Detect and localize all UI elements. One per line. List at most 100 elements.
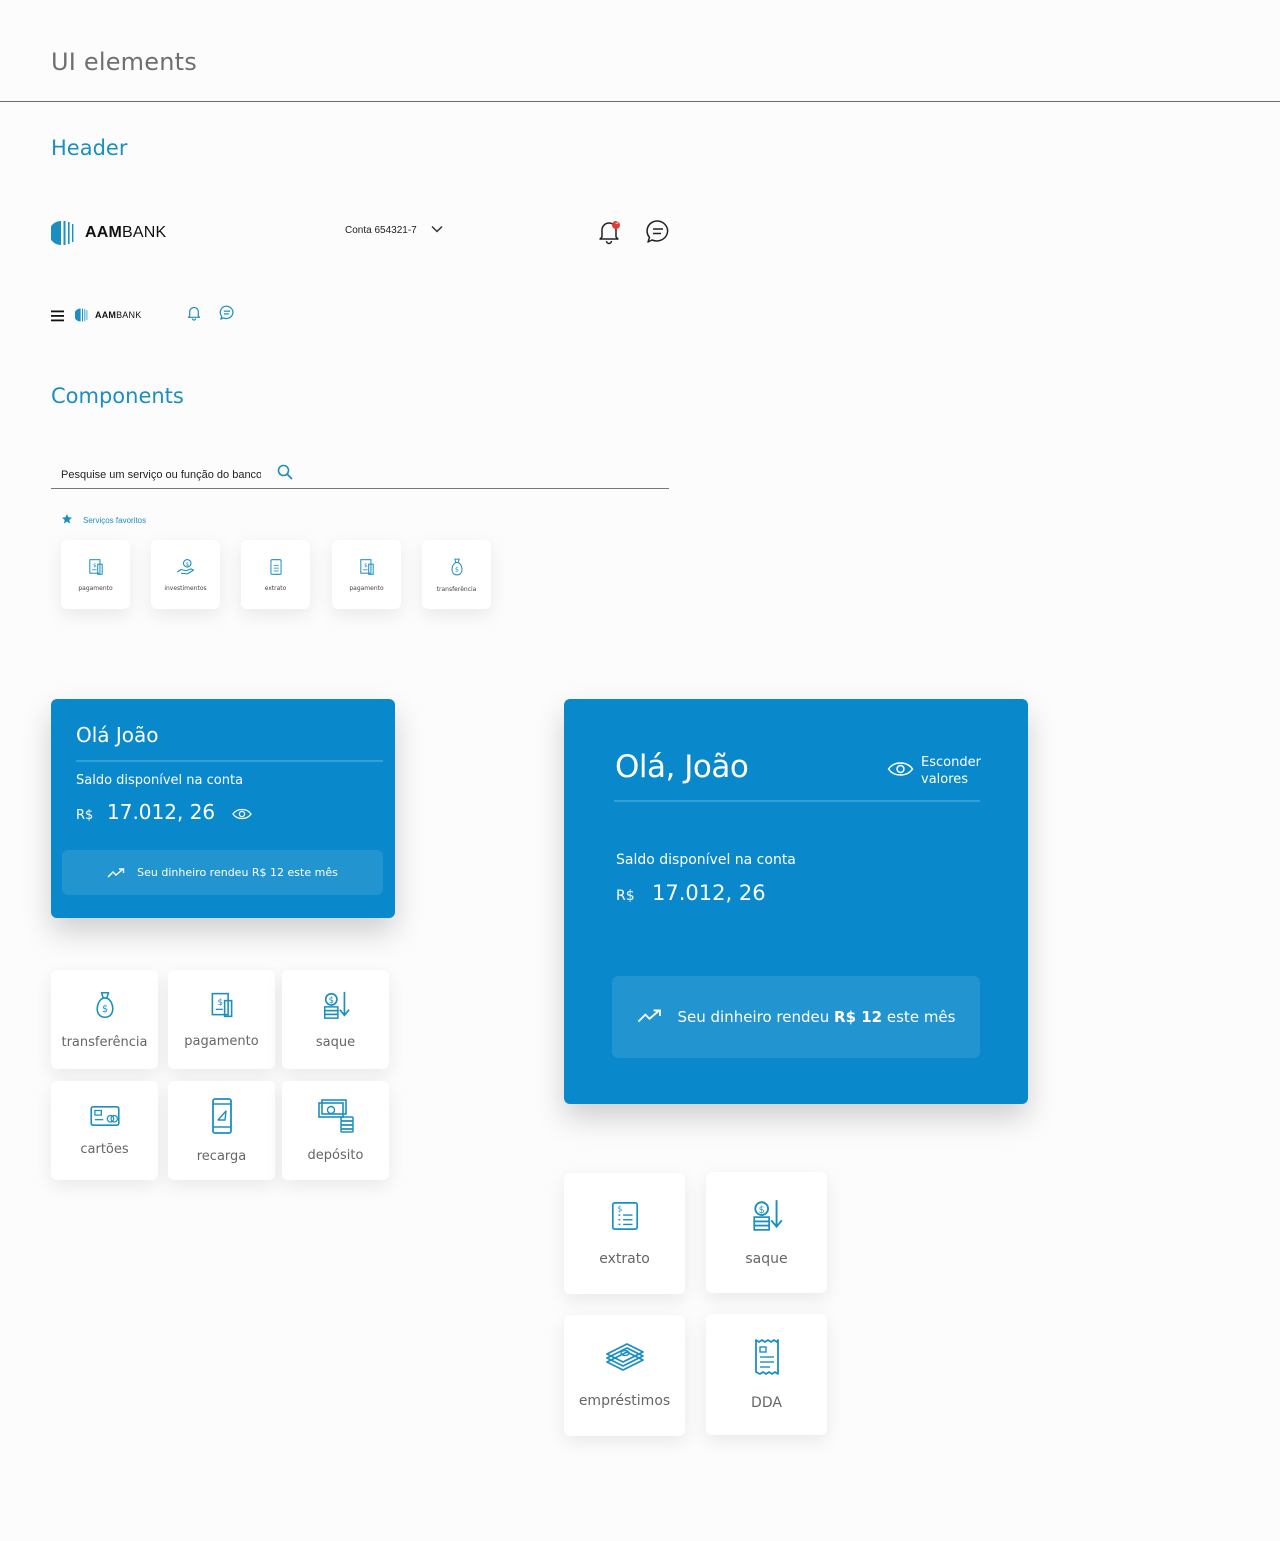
logo-wordmark: AAMBANK [95, 310, 142, 320]
trending-up-icon [637, 1008, 662, 1027]
menu-button[interactable] [51, 309, 65, 327]
favorite-tile-transferencia[interactable]: $ transferência [422, 540, 491, 609]
brand-logo[interactable]: AAMBANK [51, 220, 166, 246]
hamburger-icon [51, 309, 65, 327]
service-tile-deposito[interactable]: depósito [282, 1081, 389, 1180]
service-tile-saque-large[interactable]: $ saque [706, 1172, 827, 1293]
favorite-tile-extrato[interactable]: extrato [241, 540, 310, 609]
phone-icon [211, 1097, 233, 1139]
logo-mark-icon [51, 220, 78, 246]
hide-values-label: Esconder valores [921, 755, 981, 787]
tile-label: transferência [61, 1034, 148, 1050]
service-tile-emprestimos[interactable]: empréstimos [564, 1315, 685, 1436]
eye-icon [232, 805, 252, 824]
logo-mark-icon [75, 308, 90, 322]
service-tile-pagamento[interactable]: $ pagamento [168, 970, 275, 1069]
money-bag-icon: $ [448, 557, 466, 582]
balance-card-small: Olá João Saldo disponível na conta R$ 17… [51, 699, 395, 918]
balance-value: 17.012, 26 [652, 881, 766, 905]
greeting: Olá João [76, 723, 159, 747]
yield-banner: Seu dinheiro rendeu R$ 12 este mês [62, 850, 383, 895]
tile-label: extrato [599, 1251, 650, 1267]
balance-card-large: Olá, João Esconder valores Saldo disponí… [564, 699, 1028, 1104]
card-icon [89, 1105, 120, 1132]
account-selector[interactable]: Conta 654321-7 [345, 225, 443, 236]
service-tile-recarga[interactable]: recarga [168, 1081, 275, 1180]
search-input[interactable] [61, 468, 261, 481]
balance-label: Saldo disponível na conta [76, 773, 244, 788]
notification-badge: 3 [615, 220, 619, 226]
favorite-tile-investimentos[interactable]: $ investimentos [151, 540, 220, 609]
messages-button[interactable] [645, 219, 671, 250]
toggle-visibility-button[interactable] [232, 805, 252, 824]
page-title: UI elements [51, 48, 197, 76]
deposit-icon [317, 1098, 355, 1138]
tile-label: pagamento [78, 584, 113, 592]
tile-label: saque [745, 1251, 788, 1267]
service-tile-saque[interactable]: $ saque [282, 970, 389, 1069]
account-number: Conta 654321-7 [345, 225, 417, 236]
svg-text:$: $ [101, 1004, 107, 1015]
eye-icon [887, 761, 914, 781]
svg-text:$: $ [328, 995, 333, 1005]
loan-icon [605, 1342, 645, 1379]
card-divider [614, 800, 980, 802]
yield-banner: Seu dinheiro rendeu R$ 12 este mês [612, 976, 980, 1058]
chevron-down-icon [431, 225, 443, 236]
receipt-icon: $ [87, 558, 105, 581]
notifications-button-mobile[interactable] [186, 305, 202, 326]
withdraw-icon: $ [321, 990, 351, 1025]
tile-label: transferência [436, 585, 477, 593]
yield-text: Seu dinheiro rendeu R$ 12 este mês [137, 866, 338, 879]
tile-label: pagamento [349, 584, 384, 592]
tile-label: cartões [80, 1141, 129, 1157]
greeting: Olá, João [615, 749, 749, 785]
balance-value: 17.012, 26 [107, 800, 216, 824]
section-title-components: Components [51, 384, 184, 408]
svg-text:$: $ [93, 563, 97, 569]
tile-label: extrato [264, 584, 287, 592]
service-tile-cartoes[interactable]: cartões [51, 1081, 158, 1180]
tile-label: pagamento [184, 1033, 259, 1049]
currency-symbol: R$ [76, 808, 94, 823]
balance-label: Saldo disponível na conta [616, 852, 796, 868]
svg-text:$: $ [217, 998, 223, 1008]
favorites-label: Serviços favoritos [83, 515, 147, 525]
service-tile-transferencia[interactable]: $ transferência [51, 970, 158, 1069]
tile-label: saque [315, 1034, 356, 1050]
card-divider [76, 760, 383, 762]
favorites-header: Serviços favoritos [61, 513, 146, 527]
receipt-icon: $ [208, 991, 236, 1024]
svg-text:$: $ [185, 561, 189, 567]
chat-bubble-icon [645, 219, 671, 250]
service-tile-extrato[interactable]: $ extrato [564, 1173, 685, 1294]
hide-values-button[interactable]: Esconder valores [887, 754, 981, 788]
title-divider [0, 101, 1280, 102]
currency-symbol: R$ [616, 888, 635, 904]
chat-bubble-icon [219, 305, 235, 326]
search-button[interactable] [277, 464, 293, 485]
statement-icon [267, 558, 285, 581]
favorite-tile-pagamento-2[interactable]: $ pagamento [332, 540, 401, 609]
search-bar [51, 461, 669, 489]
tile-label: empréstimos [578, 1393, 671, 1409]
tile-label: DDA [751, 1395, 782, 1411]
receipt-icon: $ [358, 558, 376, 581]
service-tile-dda[interactable]: DDA [706, 1314, 827, 1435]
logo-wordmark: AAMBANK [85, 224, 167, 241]
money-bag-icon: $ [91, 990, 119, 1025]
section-title-header: Header [51, 136, 128, 160]
notifications-button[interactable]: 3 [596, 219, 622, 250]
statement-icon: $ [610, 1200, 640, 1237]
yield-text: Seu dinheiro rendeu R$ 12 este mês [677, 1008, 956, 1026]
svg-text:$: $ [758, 1205, 764, 1216]
messages-button-mobile[interactable] [219, 305, 235, 326]
bell-icon [186, 305, 202, 326]
tile-label: recarga [196, 1148, 247, 1164]
tile-label: depósito [307, 1147, 364, 1163]
favorite-tile-pagamento[interactable]: $ pagamento [61, 540, 130, 609]
trending-up-icon [107, 863, 125, 882]
brand-logo-mobile[interactable]: AAMBANK [75, 308, 141, 322]
withdraw-icon: $ [750, 1198, 784, 1237]
star-icon [61, 513, 73, 527]
